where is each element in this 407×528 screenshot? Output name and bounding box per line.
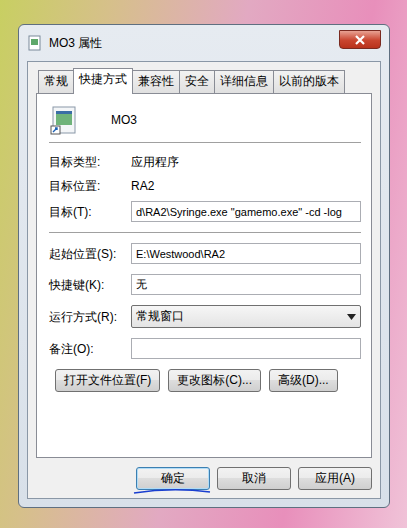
target-input[interactable]: d\RA2\Syringe.exe "gamemo.exe" -cd -log <box>131 201 361 222</box>
action-button[interactable]: 打开文件位置(F) <box>55 369 160 392</box>
dialog-button[interactable]: 取消 <box>217 467 291 490</box>
tab[interactable]: 安全 <box>179 70 215 93</box>
field-label: 起始位置(S): <box>49 245 131 263</box>
desktop-wallpaper: MO3 属性 常规快捷方式兼容性安全详细信息以前的版本 MO3 目标类型: 应用… <box>0 0 407 528</box>
info-label: 目标类型: <box>49 153 131 171</box>
dropdown-arrow-icon <box>347 314 356 320</box>
application-icon <box>49 104 81 136</box>
tab[interactable]: 兼容性 <box>132 70 180 93</box>
dialog-button[interactable]: 应用(A) <box>298 467 372 490</box>
info-value: 应用程序 <box>131 153 361 171</box>
info-label: 目标位置: <box>49 177 131 195</box>
text-input[interactable]: E:\Westwood\RA2 <box>131 243 361 264</box>
separator <box>49 142 361 143</box>
tab-bar: 常规快捷方式兼容性安全详细信息以前的版本 <box>36 68 372 93</box>
tab[interactable]: 常规 <box>38 70 74 93</box>
client-area: 常规快捷方式兼容性安全详细信息以前的版本 MO3 目标类型: 应用程序目标位置:… <box>27 61 381 499</box>
shortcut-name: MO3 <box>111 113 137 127</box>
separator <box>49 232 361 233</box>
tab[interactable]: 详细信息 <box>214 70 274 93</box>
dialog-button[interactable]: 确定 <box>136 467 210 490</box>
field-label: 备注(O): <box>49 340 131 358</box>
window-title: MO3 属性 <box>49 35 102 52</box>
target-label: 目标(T): <box>49 203 131 221</box>
title-bar[interactable]: MO3 属性 <box>27 25 381 61</box>
properties-window[interactable]: MO3 属性 常规快捷方式兼容性安全详细信息以前的版本 MO3 目标类型: 应用… <box>18 24 390 508</box>
close-icon <box>354 35 366 45</box>
info-value: RA2 <box>131 177 361 195</box>
underline-mark <box>132 487 212 497</box>
tab[interactable]: 以前的版本 <box>273 70 345 93</box>
tab[interactable]: 快捷方式 <box>73 68 133 94</box>
action-button[interactable]: 更改图标(C)... <box>168 369 261 392</box>
field-label: 运行方式(R): <box>49 308 131 326</box>
tab-panel: MO3 目标类型: 应用程序目标位置: RA2 目标(T): d\RA2\Syr… <box>36 93 372 458</box>
shortcut-file-icon <box>27 35 43 51</box>
field-label: 快捷键(K): <box>49 276 131 294</box>
run-mode-select[interactable]: 常规窗口 <box>131 305 361 328</box>
text-input[interactable]: 无 <box>131 274 361 295</box>
text-input[interactable] <box>131 338 361 359</box>
close-button[interactable] <box>339 30 381 49</box>
shortcut-header: MO3 <box>49 102 361 138</box>
action-button[interactable]: 高级(D)... <box>269 369 338 392</box>
